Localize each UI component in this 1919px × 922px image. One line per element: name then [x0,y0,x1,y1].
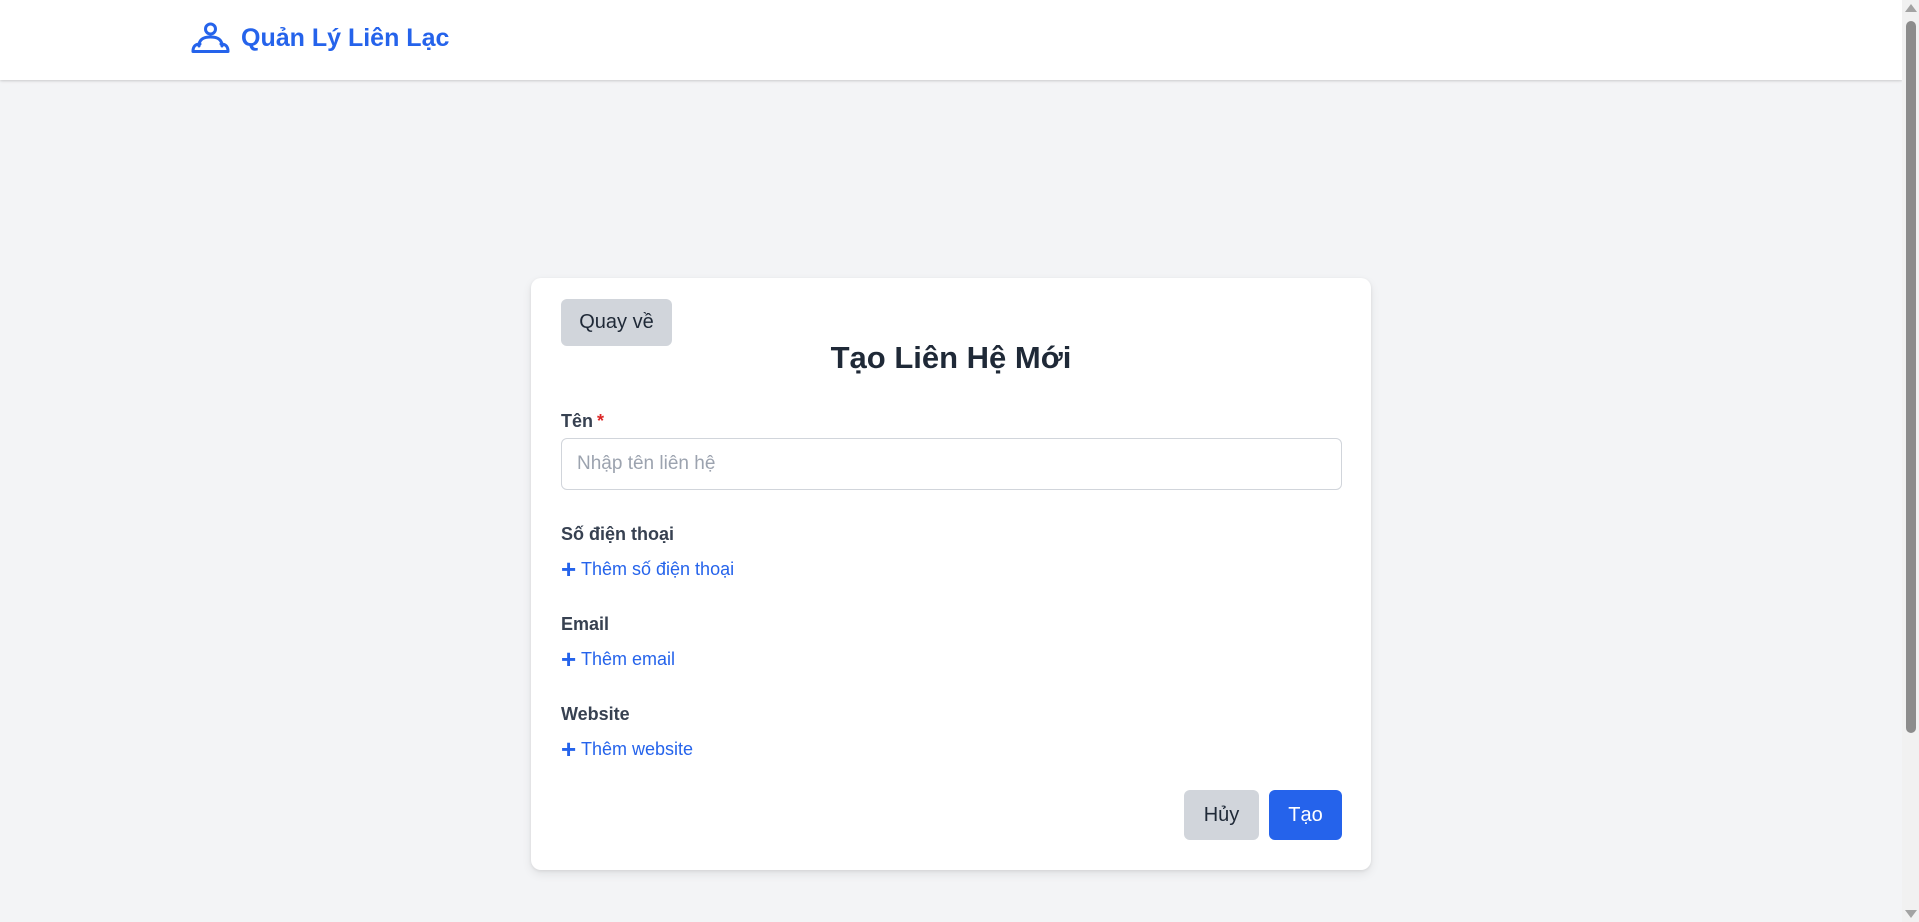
back-button[interactable]: Quay về [561,299,672,346]
name-label: Tên * [561,411,604,432]
plus-icon: + [561,644,577,674]
add-phone-link[interactable]: + Thêm số điện thoại [561,556,734,582]
create-button[interactable]: Tạo [1269,790,1342,840]
add-website-text: Thêm website [581,738,694,759]
brand-link[interactable]: Quản Lý Liên Lạc [191,22,449,54]
phone-label: Số điện thoại [561,524,675,544]
contacts-icon [191,22,230,53]
scroll-thumb[interactable] [1906,21,1916,733]
plus-icon: + [561,554,577,584]
cancel-button[interactable]: Hủy [1184,790,1259,840]
name-input[interactable] [561,438,1342,490]
page-title: Tạo Liên Hệ Mới [830,340,1072,375]
add-website-link[interactable]: + Thêm website [561,736,693,762]
create-contact-card: Quay về Tạo Liên Hệ Mới Tên* Số điện tho… [531,278,1371,870]
app-title: Quản Lý Liên Lạc [241,23,450,52]
add-email-text: Thêm email [581,648,676,669]
scroll-down-arrow-icon[interactable] [1905,910,1917,918]
scroll-up-arrow-icon[interactable] [1905,4,1917,12]
vertical-scrollbar[interactable] [1902,0,1919,922]
top-navbar: Quản Lý Liên Lạc [0,0,1902,80]
add-phone-text: Thêm số điện thoại [581,558,735,579]
name-label-text: Tên [561,411,594,431]
app-viewport: Quản Lý Liên Lạc Quay về Tạo Liên Hệ Mới… [0,0,1919,922]
email-label: Email [561,614,610,634]
required-mark: * [597,411,605,431]
add-email-link[interactable]: + Thêm email [561,646,675,672]
plus-icon: + [561,734,577,764]
website-label: Website [561,704,630,724]
